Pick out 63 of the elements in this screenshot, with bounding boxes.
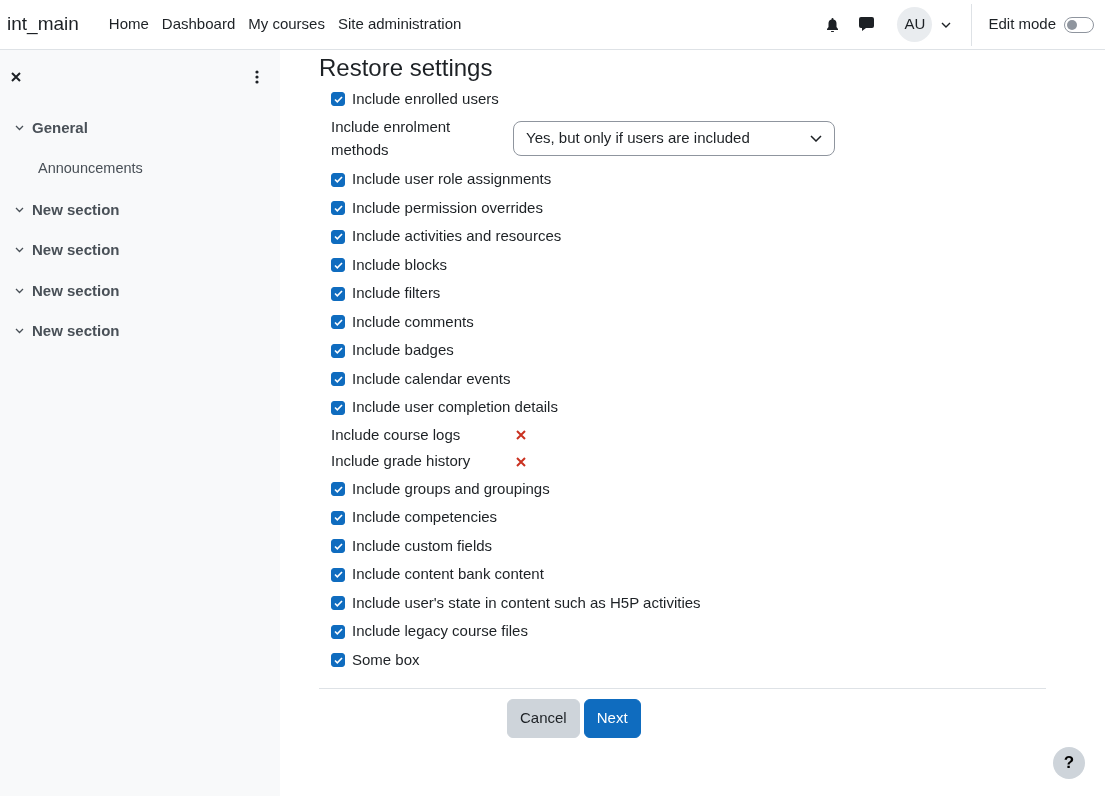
setting-label: Some box bbox=[352, 649, 420, 670]
checkbox[interactable] bbox=[331, 343, 345, 358]
checkbox[interactable] bbox=[331, 539, 345, 554]
chevron-down-icon bbox=[810, 134, 822, 142]
setting-label: Include user's state in content such as H5P activities bbox=[352, 592, 701, 613]
checkbox[interactable] bbox=[331, 596, 345, 611]
setting-label: Include competencies bbox=[352, 507, 498, 528]
setting-label: Include legacy course files bbox=[352, 621, 528, 642]
setting-label: Include grade history bbox=[331, 451, 472, 472]
bell-icon bbox=[826, 17, 840, 32]
checkbox[interactable] bbox=[331, 315, 345, 330]
checkbox[interactable] bbox=[331, 286, 345, 301]
checkbox[interactable] bbox=[331, 229, 345, 244]
checkbox[interactable] bbox=[331, 172, 345, 187]
setting-label: Include content bank content bbox=[352, 564, 544, 585]
section-link[interactable]: New section bbox=[32, 198, 120, 221]
cancel-button[interactable]: Cancel bbox=[507, 699, 580, 738]
checkbox[interactable] bbox=[331, 567, 345, 582]
setting-label: Include user role assignments bbox=[352, 169, 552, 190]
site-name[interactable]: int_main bbox=[7, 10, 79, 39]
checkbox[interactable] bbox=[331, 372, 345, 387]
setting-label: Include enrolled users bbox=[352, 88, 499, 109]
nav-link[interactable]: Site administration bbox=[337, 13, 462, 36]
checkbox[interactable] bbox=[331, 258, 345, 273]
checkbox[interactable] bbox=[331, 92, 345, 107]
checkbox[interactable] bbox=[331, 624, 345, 639]
close-icon bbox=[11, 72, 21, 82]
setting-label: Include activities and resources bbox=[352, 226, 562, 247]
setting-label: Include enrolment methods bbox=[331, 117, 452, 161]
checkbox[interactable] bbox=[331, 482, 345, 497]
section-link[interactable]: New section bbox=[32, 320, 120, 343]
setting-label: Include comments bbox=[352, 311, 474, 332]
setting-label: Include filters bbox=[352, 283, 441, 304]
nav-link[interactable]: My courses bbox=[248, 13, 325, 36]
chat-bubble-icon bbox=[859, 17, 875, 32]
caret-icon bbox=[941, 21, 952, 28]
cross-icon bbox=[516, 430, 526, 441]
setting-label: Include blocks bbox=[352, 254, 448, 275]
section-link[interactable]: New section bbox=[32, 239, 120, 262]
edit-mode-label: Edit mode bbox=[988, 14, 1056, 35]
setting-label: Include course logs bbox=[331, 424, 462, 445]
setting-label: Include badges bbox=[352, 340, 454, 361]
setting-label: Include permission overrides bbox=[352, 197, 543, 218]
cross-icon bbox=[516, 456, 526, 467]
more-options-icon bbox=[255, 70, 259, 84]
help-button[interactable]: ? bbox=[1053, 747, 1085, 779]
dropdown-select[interactable]: Yes, but only if users are included bbox=[513, 120, 835, 156]
setting-label: Include user completion details bbox=[352, 397, 558, 418]
section-link[interactable]: New section bbox=[32, 279, 120, 302]
activity-link[interactable]: Announcements bbox=[38, 158, 143, 180]
nav-link[interactable]: Dashboard bbox=[161, 13, 236, 36]
user-avatar[interactable]: AU bbox=[897, 7, 933, 42]
checkbox[interactable] bbox=[331, 510, 345, 525]
setting-label: Include groups and groupings bbox=[352, 478, 550, 499]
page-title: Restore settings bbox=[319, 54, 494, 83]
next-button[interactable]: Next bbox=[583, 699, 641, 738]
checkbox[interactable] bbox=[331, 653, 345, 668]
checkbox[interactable] bbox=[331, 201, 345, 216]
setting-label: Include calendar events bbox=[352, 368, 511, 389]
nav-link[interactable]: Home bbox=[108, 13, 149, 36]
checkbox[interactable] bbox=[331, 400, 345, 415]
setting-label: Include custom fields bbox=[352, 535, 493, 556]
section-link[interactable]: General bbox=[32, 117, 88, 140]
